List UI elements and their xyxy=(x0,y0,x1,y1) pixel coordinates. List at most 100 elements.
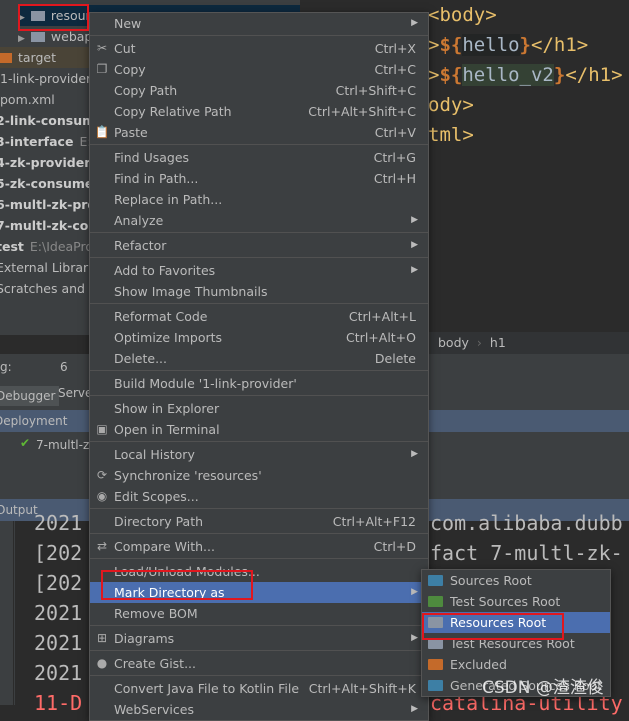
code-token: ${ xyxy=(439,64,463,86)
submenu-item-label: Sources Root xyxy=(450,573,532,588)
tab-debugger[interactable]: Debugger xyxy=(0,386,60,406)
code-line: tml> xyxy=(428,124,474,146)
shortcut: Ctrl+V xyxy=(374,125,416,140)
submenu-item-excluded[interactable]: Excluded xyxy=(422,654,610,675)
menu-item-label: Build Module '1-link-provider' xyxy=(114,376,297,391)
menu-item-copy-path[interactable]: Copy Path Ctrl+Shift+C xyxy=(90,80,428,101)
menu-item-show-image-thumbnails[interactable]: Show Image Thumbnails xyxy=(90,281,428,302)
code-token: </h1> xyxy=(565,64,623,86)
shortcut: Delete xyxy=(374,351,416,366)
menu-item-diagrams[interactable]: ⊞ Diagrams ▶ xyxy=(90,628,428,649)
menu-item-label: Add to Favorites xyxy=(114,263,216,278)
menu-item-compare-with[interactable]: ⇄ Compare With... Ctrl+D xyxy=(90,536,428,557)
menu-item-label: Show in Explorer xyxy=(114,401,220,416)
shortcut: Ctrl+Alt+F12 xyxy=(332,514,416,529)
menu-item-label: Compare With... xyxy=(114,539,215,554)
menu-item-create-gist[interactable]: ● Create Gist... xyxy=(90,653,428,674)
menu-item-label: New xyxy=(114,16,142,31)
code-token: <body> xyxy=(428,4,497,26)
menu-item-cut[interactable]: ✂ Cut Ctrl+X xyxy=(90,38,428,59)
menu-item-directory-path[interactable]: Directory Path Ctrl+Alt+F12 xyxy=(90,511,428,532)
menu-item-optimize-imports[interactable]: Optimize Imports Ctrl+Alt+O xyxy=(90,327,428,348)
menu-item-label: Copy xyxy=(114,62,146,77)
console-line: [202 xyxy=(34,571,83,595)
console-line: [202 xyxy=(34,541,83,565)
tree-item-label: test xyxy=(0,239,24,254)
menu-item-label: Replace in Path... xyxy=(114,192,223,207)
code-line: >${hello_v2}</h1> xyxy=(428,64,623,86)
submenu-item-test-sources-root[interactable]: Test Sources Root xyxy=(422,591,610,612)
menu-item-label: Synchronize 'resources' xyxy=(114,468,262,483)
menu-item-label: Find in Path... xyxy=(114,171,199,186)
run-tab[interactable]: 6 xyxy=(46,360,68,374)
menu-item-delete[interactable]: Delete... Delete xyxy=(90,348,428,369)
code-token: ody> xyxy=(428,94,474,116)
submenu-arrow-icon: ▶ xyxy=(411,265,418,275)
menu-item-copy[interactable]: ❐ Copy Ctrl+C xyxy=(90,59,428,80)
menu-item-reformat-code[interactable]: Reformat Code Ctrl+Alt+L xyxy=(90,306,428,327)
folder-icon xyxy=(428,659,443,670)
submenu-arrow-icon: ▶ xyxy=(411,18,418,28)
folder-icon xyxy=(428,575,443,586)
diagrams-icon: ⊞ xyxy=(96,631,108,645)
menu-item-local-history[interactable]: Local History ▶ xyxy=(90,444,428,465)
menu-item-label: Cut xyxy=(114,41,136,56)
shortcut: Ctrl+Shift+C xyxy=(335,83,416,98)
menu-item-label: Remove BOM xyxy=(114,606,198,621)
submenu-arrow-icon: ▶ xyxy=(411,240,418,250)
menu-item-label: Convert Java File to Kotlin File xyxy=(114,681,300,696)
paste-icon: 📋 xyxy=(94,125,110,139)
menu-item-label: Diagrams xyxy=(114,631,175,646)
code-token: hello xyxy=(462,34,520,56)
tree-item-label: 5-zk-consumer xyxy=(0,176,100,191)
breadcrumb-item[interactable]: h1 xyxy=(490,335,506,350)
breadcrumb-item[interactable]: body xyxy=(438,335,469,350)
submenu-item-sources-root[interactable]: Sources Root xyxy=(422,570,610,591)
synchronize-resources-icon: ⟳ xyxy=(96,468,108,482)
menu-item-label: Local History xyxy=(114,447,195,462)
menu-item-copy-relative-path[interactable]: Copy Relative Path Ctrl+Alt+Shift+C xyxy=(90,101,428,122)
code-token: } xyxy=(553,64,566,86)
submenu-arrow-icon: ▶ xyxy=(411,704,418,714)
menu-item-refactor[interactable]: Refactor ▶ xyxy=(90,235,428,256)
menu-item-find-usages[interactable]: Find Usages Ctrl+G xyxy=(90,147,428,168)
menu-item-open-in-terminal[interactable]: ▣ Open in Terminal xyxy=(90,419,428,440)
create-gist-icon: ● xyxy=(96,656,108,670)
menu-item-synchronize-resources[interactable]: ⟳ Synchronize 'resources' xyxy=(90,465,428,486)
console-line: 11-D xyxy=(34,691,83,715)
code-token: ${ xyxy=(439,34,463,56)
menu-item-replace-in-path[interactable]: Replace in Path... xyxy=(90,189,428,210)
menu-item-webservices[interactable]: WebServices ▶ xyxy=(90,699,428,720)
check-icon: ✔ xyxy=(20,436,31,450)
console-gutter xyxy=(0,521,14,705)
menu-item-add-to-favorites[interactable]: Add to Favorites ▶ xyxy=(90,260,428,281)
compare-with-icon: ⇄ xyxy=(96,539,108,553)
shortcut: Ctrl+H xyxy=(373,171,416,186)
tree-item-label: 3-interface xyxy=(0,134,74,149)
menu-item-label: Paste xyxy=(114,125,148,140)
console-line: fact 7-multl-zk- xyxy=(430,541,623,565)
menu-item-paste[interactable]: 📋 Paste Ctrl+V xyxy=(90,122,428,143)
menu-item-convert-java-file-to-kotlin-file[interactable]: Convert Java File to Kotlin File Ctrl+Alt… xyxy=(90,678,428,699)
menu-item-edit-scopes[interactable]: ◉ Edit Scopes... xyxy=(90,486,428,507)
console-line: com.alibaba.dubb xyxy=(430,511,623,535)
shortcut: Ctrl+Alt+O xyxy=(346,330,416,345)
menu-item-find-in-path[interactable]: Find in Path... Ctrl+H xyxy=(90,168,428,189)
menu-item-label: Reformat Code xyxy=(114,309,208,324)
menu-item-show-in-explorer[interactable]: Show in Explorer xyxy=(90,398,428,419)
submenu-arrow-icon: ▶ xyxy=(411,215,418,225)
menu-item-label: Optimize Imports xyxy=(114,330,223,345)
code-token: } xyxy=(519,34,531,56)
tree-item-label: 4-zk-provider xyxy=(0,155,91,170)
menu-item-build-module-1-link-provider[interactable]: Build Module '1-link-provider' xyxy=(90,373,428,394)
highlight-box xyxy=(18,4,89,31)
menu-item-label: Refactor xyxy=(114,238,167,253)
menu-item-analyze[interactable]: Analyze ▶ xyxy=(90,210,428,231)
menu-item-new[interactable]: New ▶ xyxy=(90,13,428,34)
code-token: > xyxy=(428,34,440,56)
menu-item-remove-bom[interactable]: Remove BOM xyxy=(90,603,428,624)
expand-arrow-icon[interactable]: ▶ xyxy=(18,34,25,44)
submenu-arrow-icon: ▶ xyxy=(411,449,418,459)
code-line: <body> xyxy=(428,4,497,26)
console-line: 2021 xyxy=(34,631,83,655)
